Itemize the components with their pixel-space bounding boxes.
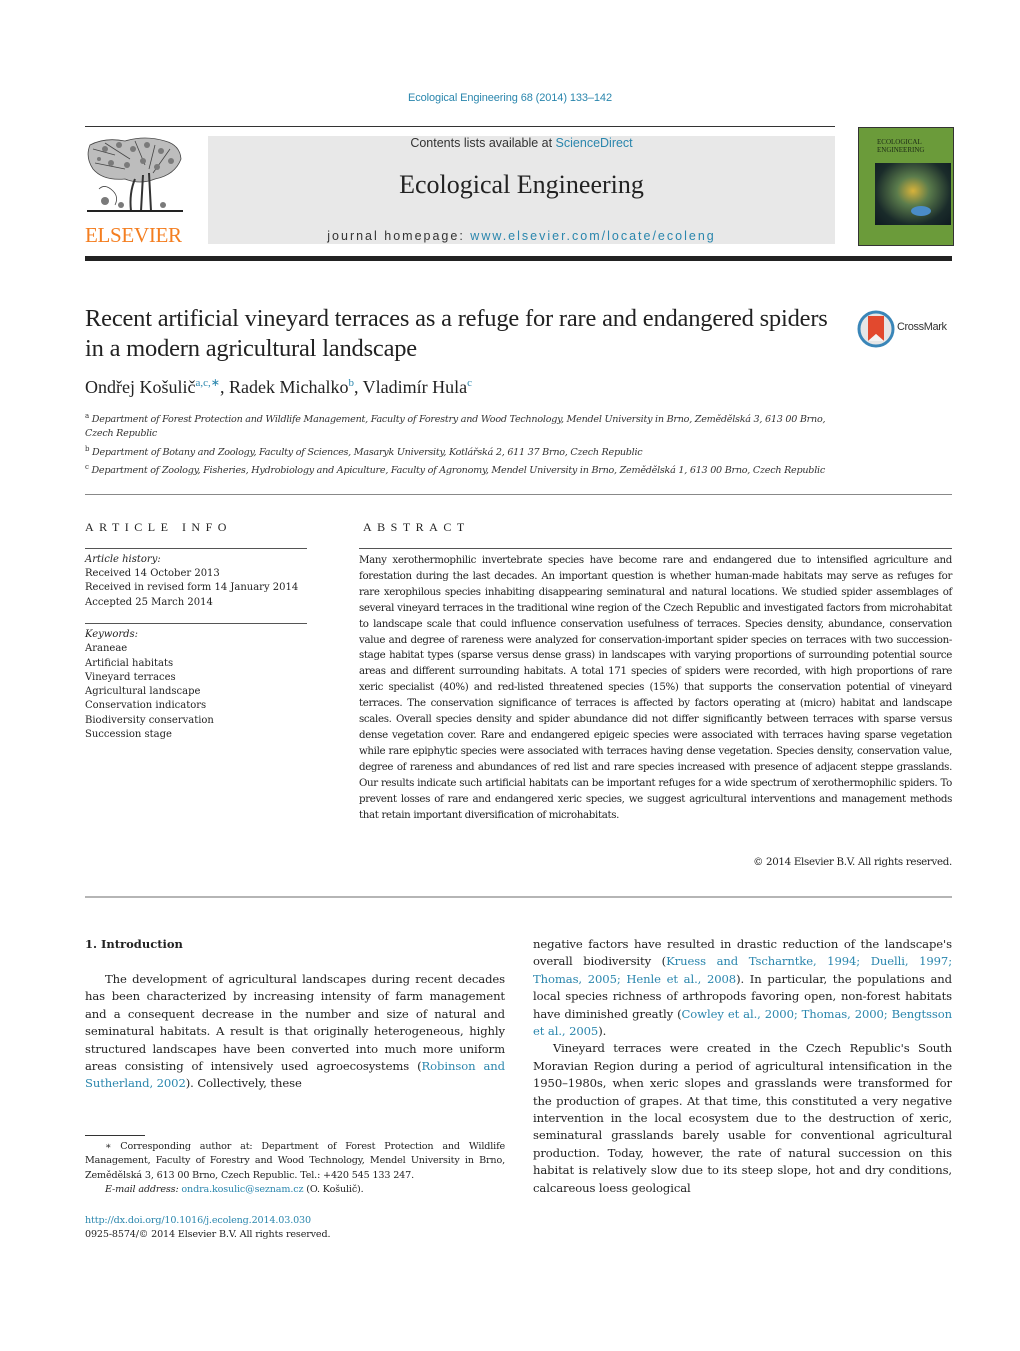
corresponding-author-footnote: ∗ Corresponding author at: Department of… <box>85 1140 505 1197</box>
keyword-item: Biodiversity conservation <box>85 714 214 726</box>
sciencedirect-link[interactable]: ScienceDirect <box>556 136 633 150</box>
abstract-copyright: © 2014 Elsevier B.V. All rights reserved… <box>753 856 952 868</box>
author-name[interactable]: Vladimír Hula <box>363 377 467 397</box>
header-rule <box>85 126 835 127</box>
paragraph: Vineyard terraces were created in the Cz… <box>533 1041 952 1195</box>
paragraph-text: The development of agricultural landscap… <box>85 972 505 1074</box>
keyword-item: Vineyard terraces <box>85 671 176 683</box>
keywords-rule <box>85 623 307 624</box>
keywords-list: Keywords: Araneae Artificial habitats Vi… <box>85 628 310 742</box>
journal-homepage-line: journal homepage: www.elsevier.com/locat… <box>208 229 835 243</box>
elsevier-tree-icon <box>85 135 185 217</box>
history-item: Accepted 25 March 2014 <box>85 596 213 608</box>
author-separator: , <box>353 377 363 397</box>
author-affiliation-marker[interactable]: a,c,∗ <box>195 377 219 389</box>
article-info-heading: ARTICLE INFO <box>85 520 232 534</box>
affiliation-text: Department of Zoology, Fisheries, Hydrob… <box>91 465 825 477</box>
affiliation-item: c Department of Zoology, Fisheries, Hydr… <box>85 460 830 478</box>
article-title: Recent artificial vineyard terraces as a… <box>85 305 828 362</box>
article-history: Article history: Received 14 October 201… <box>85 553 310 610</box>
affiliation-marker: b <box>85 444 90 453</box>
elsevier-wordmark: ELSEVIER <box>85 223 182 247</box>
footnote-text: ∗ Corresponding author at: Department of… <box>85 1141 505 1181</box>
header-thick-rule <box>85 256 952 261</box>
crossmark-icon <box>857 310 895 348</box>
contents-available-line: Contents lists available at ScienceDirec… <box>208 136 835 150</box>
paragraph-text: ). Collectively, these <box>185 1076 302 1091</box>
email-owner: (O. Košulič). <box>303 1183 364 1195</box>
cover-title-line2: ENGINEERING <box>877 146 925 154</box>
affiliations: a Department of Forest Protection and Wi… <box>85 409 830 478</box>
affiliation-marker: a <box>85 412 89 420</box>
journal-citation-link[interactable]: Ecological Engineering 68 (2014) 133–142 <box>0 92 1020 104</box>
body-column-right: negative factors have resulted in drasti… <box>533 936 952 1197</box>
article-history-label: Article history: <box>85 554 161 565</box>
cover-title-line1: ECOLOGICAL <box>877 138 922 146</box>
author-name[interactable]: Radek Michalko <box>229 377 348 397</box>
keyword-item: Succession stage <box>85 729 172 741</box>
elsevier-logo: ELSEVIER <box>85 135 185 247</box>
author-separator: , <box>219 377 229 397</box>
contents-prefix: Contents lists available at <box>410 136 556 150</box>
footnote-rule <box>85 1135 145 1136</box>
abstract-heading: ABSTRACT <box>363 520 470 534</box>
author-affiliation-marker[interactable]: c <box>467 377 472 389</box>
body-divider <box>85 896 952 898</box>
affiliation-text: Department of Forest Protection and Wild… <box>85 414 826 440</box>
keywords-label: Keywords: <box>85 629 139 640</box>
email-line: E-mail address: ondra.kosulic@seznam.cz … <box>85 1183 505 1197</box>
crossmark-button[interactable]: CrossMark <box>857 310 957 348</box>
journal-homepage-link[interactable]: www.elsevier.com/locate/ecoleng <box>470 229 715 243</box>
journal-cover-thumbnail[interactable]: ECOLOGICAL ENGINEERING <box>858 127 954 246</box>
article-info-rule <box>85 548 307 549</box>
keyword-item: Artificial habitats <box>85 657 174 669</box>
author-list: Ondřej Košuliča,c,∗, Radek Michalkob, Vl… <box>85 376 472 398</box>
abstract-text: Many xerothermophilic invertebrate speci… <box>359 554 952 821</box>
cover-fish-icon <box>911 206 931 216</box>
affiliation-marker: c <box>85 462 89 471</box>
paragraph: The development of agricultural landscap… <box>85 971 505 1093</box>
cover-image <box>875 163 951 225</box>
journal-name: Ecological Engineering <box>399 170 644 199</box>
affiliations-divider <box>85 494 952 495</box>
doi-block: http://dx.doi.org/10.1016/j.ecoleng.2014… <box>85 1214 330 1243</box>
email-label: E-mail address: <box>105 1183 182 1195</box>
email-link[interactable]: ondra.kosulic@seznam.cz <box>181 1184 303 1195</box>
journal-banner: Contents lists available at ScienceDirec… <box>208 136 835 244</box>
paragraph-text: ). <box>598 1024 607 1039</box>
affiliation-item: a Department of Forest Protection and Wi… <box>85 409 830 442</box>
paragraph: negative factors have resulted in drasti… <box>533 936 952 1040</box>
section-heading-introduction: 1. Introduction <box>85 937 183 951</box>
cover-title: ECOLOGICAL ENGINEERING <box>877 138 924 154</box>
keyword-item: Agricultural landscape <box>85 686 201 698</box>
abstract-rule <box>359 548 952 549</box>
keyword-item: Araneae <box>85 643 128 655</box>
author-name[interactable]: Ondřej Košulič <box>85 377 195 397</box>
affiliation-text: Department of Botany and Zoology, Facult… <box>92 446 643 458</box>
body-column-left: The development of agricultural landscap… <box>85 971 505 1093</box>
keyword-item: Conservation indicators <box>85 700 207 712</box>
affiliation-item: b Department of Botany and Zoology, Facu… <box>85 442 830 460</box>
issn-line: 0925-8574/© 2014 Elsevier B.V. All right… <box>85 1229 331 1241</box>
history-item: Received in revised form 14 January 2014 <box>85 582 299 594</box>
crossmark-label: CrossMark <box>897 321 947 333</box>
doi-link[interactable]: http://dx.doi.org/10.1016/j.ecoleng.2014… <box>85 1214 330 1228</box>
homepage-prefix: journal homepage: <box>327 229 471 243</box>
history-item: Received 14 October 2013 <box>85 568 220 580</box>
